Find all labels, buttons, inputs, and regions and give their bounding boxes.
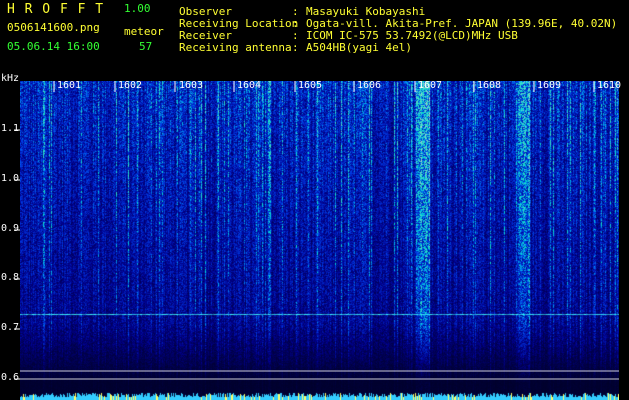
time-label: 1604	[237, 80, 262, 91]
y-tick-label: 1.1	[1, 123, 20, 134]
time-label: 1602	[118, 80, 143, 91]
time-label: 1610	[597, 80, 622, 91]
y-tick-label: 1.0	[1, 173, 20, 184]
spectrogram-grid	[14, 81, 619, 380]
time-label: 1603	[179, 80, 204, 91]
y-tick-label: 0.7	[1, 322, 20, 333]
y-axis-unit: kHz	[1, 73, 20, 84]
time-label: 1609	[537, 80, 562, 91]
time-label: 1601	[57, 80, 82, 91]
y-tick-label: 0.6	[1, 372, 20, 383]
time-label: 1605	[298, 80, 323, 91]
time-label: 1608	[477, 80, 502, 91]
y-tick-label: 0.8	[1, 272, 20, 283]
time-label: 1607	[418, 80, 443, 91]
y-tick-label: 0.9	[1, 223, 20, 234]
time-label: 1606	[357, 80, 382, 91]
